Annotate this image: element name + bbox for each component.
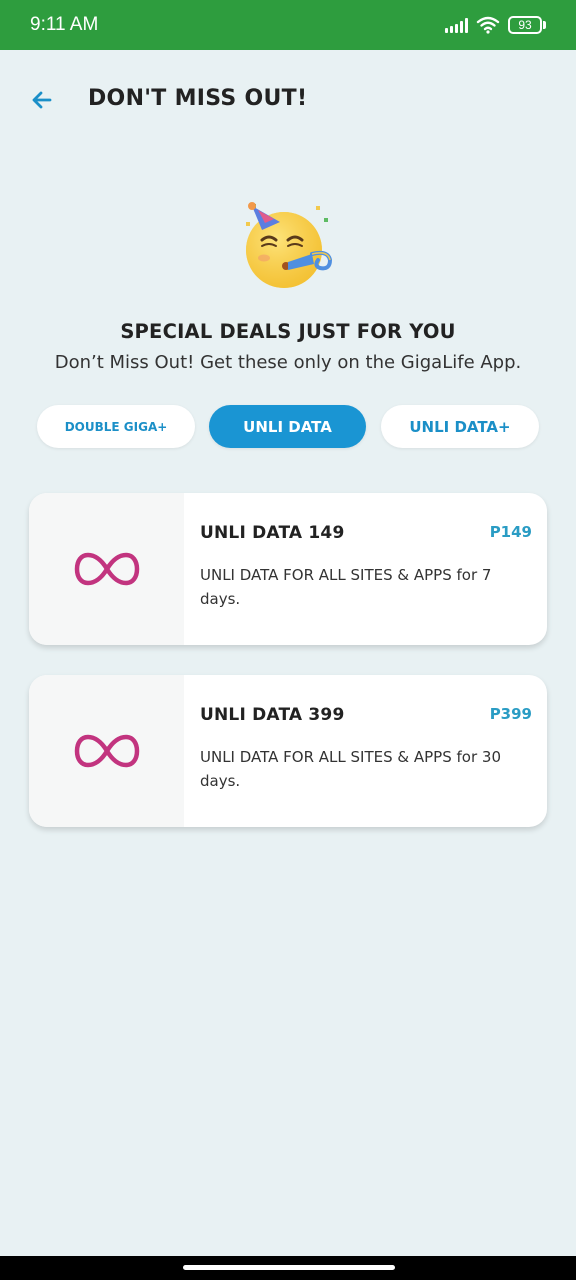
battery-icon: 93	[508, 16, 546, 34]
deal-icon-box	[29, 493, 184, 645]
home-handle[interactable]	[183, 1265, 395, 1270]
page-header: DON'T MISS OUT!	[0, 80, 576, 120]
deal-card[interactable]: UNLI DATA 399 P399 UNLI DATA FOR ALL SIT…	[29, 675, 547, 827]
tab-double-giga-plus[interactable]: DOUBLE GIGA+	[37, 405, 195, 448]
deal-icon-box	[29, 675, 184, 827]
deal-price: P399	[489, 705, 532, 723]
status-icons: 93	[445, 16, 546, 34]
section-subtitle: Don’t Miss Out! Get these only on the Gi…	[54, 352, 522, 373]
tab-unli-data[interactable]: UNLI DATA	[209, 405, 366, 448]
deal-price: P149	[489, 523, 532, 541]
deal-card[interactable]: UNLI DATA 149 P149 UNLI DATA FOR ALL SIT…	[29, 493, 547, 645]
deal-description: UNLI DATA FOR ALL SITES & APPS for 30 da…	[200, 748, 501, 790]
status-bar: 9:11 AM 93	[0, 0, 576, 50]
wifi-icon	[476, 16, 500, 34]
deal-name: UNLI DATA 149	[200, 523, 345, 543]
party-face-icon	[246, 202, 333, 288]
page-title: DON'T MISS OUT!	[88, 86, 308, 111]
deal-card-body: UNLI DATA 399 P399 UNLI DATA FOR ALL SIT…	[184, 675, 547, 827]
deal-card-body: UNLI DATA 149 P149 UNLI DATA FOR ALL SIT…	[184, 493, 547, 645]
back-arrow-icon[interactable]	[28, 86, 56, 114]
deal-description: UNLI DATA FOR ALL SITES & APPS for 7 day…	[200, 566, 492, 608]
infinity-icon	[74, 552, 139, 586]
section-title: SPECIAL DEALS JUST FOR YOU	[120, 320, 456, 343]
system-nav-bar	[0, 1256, 576, 1280]
battery-level: 93	[518, 18, 532, 32]
tab-unli-data-plus[interactable]: UNLI DATA+	[381, 405, 539, 448]
infinity-icon	[74, 734, 139, 768]
status-time: 9:11 AM	[30, 14, 99, 35]
signal-icon	[445, 17, 468, 33]
deal-name: UNLI DATA 399	[200, 705, 345, 725]
